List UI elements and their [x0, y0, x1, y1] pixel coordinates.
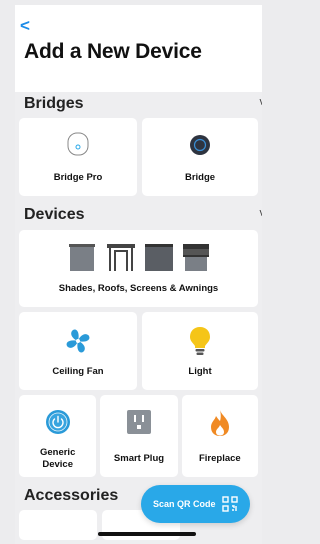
- device-label: Light: [188, 366, 212, 377]
- fireplace-icon: [209, 409, 231, 442]
- device-label: Shades, Roofs, Screens & Awnings: [58, 283, 219, 294]
- device-card-light[interactable]: Light: [142, 312, 258, 390]
- device-card-bridge-pro[interactable]: Bridge Pro: [19, 118, 137, 196]
- page-title: Add a New Device: [24, 40, 202, 63]
- collapse-chevron-icon[interactable]: v: [260, 96, 263, 108]
- device-label: Fireplace: [198, 453, 241, 464]
- section-title-accessories: Accessories: [24, 487, 119, 504]
- section-title-bridges: Bridges: [24, 95, 84, 112]
- shades-icon: [68, 244, 209, 277]
- accessory-card[interactable]: [19, 510, 97, 540]
- bridge-pro-icon: [67, 132, 89, 161]
- light-bulb-icon: [189, 326, 211, 361]
- device-label: Smart Plug: [113, 453, 165, 464]
- section-title-devices: Devices: [24, 206, 85, 223]
- screen: < Add a New Device Bridges v Bridge Pro: [15, 5, 262, 544]
- ceiling-fan-icon: [64, 327, 92, 360]
- device-label: Bridge: [184, 172, 216, 183]
- section-header-devices[interactable]: Devices v: [15, 203, 262, 229]
- power-icon: [45, 409, 71, 440]
- device-card-ceiling-fan[interactable]: Ceiling Fan: [19, 312, 137, 390]
- device-card-fireplace[interactable]: Fireplace: [181, 395, 258, 477]
- header: < Add a New Device: [15, 5, 262, 92]
- qr-code-icon: [222, 496, 238, 514]
- device-card-generic-device[interactable]: Generic Device: [19, 395, 97, 477]
- device-label: Generic Device: [39, 447, 76, 470]
- device-card-smart-plug[interactable]: Smart Plug: [100, 395, 178, 477]
- home-indicator: [98, 532, 196, 536]
- scan-qr-code-button[interactable]: Scan QR Code: [141, 485, 250, 523]
- section-header-bridges[interactable]: Bridges v: [15, 92, 262, 118]
- device-label: Bridge Pro: [53, 172, 103, 183]
- devices-grid: Shades, Roofs, Screens & Awnings Ceiling…: [15, 229, 262, 484]
- bridge-icon: [189, 134, 211, 161]
- smart-plug-icon: [126, 409, 152, 440]
- device-card-bridge[interactable]: Bridge: [142, 118, 258, 196]
- device-label: Ceiling Fan: [52, 366, 104, 377]
- scan-qr-code-label: Scan QR Code: [153, 499, 216, 509]
- device-card-shades[interactable]: Shades, Roofs, Screens & Awnings: [19, 230, 258, 307]
- back-chevron-icon[interactable]: <: [20, 17, 30, 34]
- collapse-chevron-icon[interactable]: v: [260, 207, 263, 219]
- bridges-grid: Bridge Pro Bridge: [15, 118, 262, 203]
